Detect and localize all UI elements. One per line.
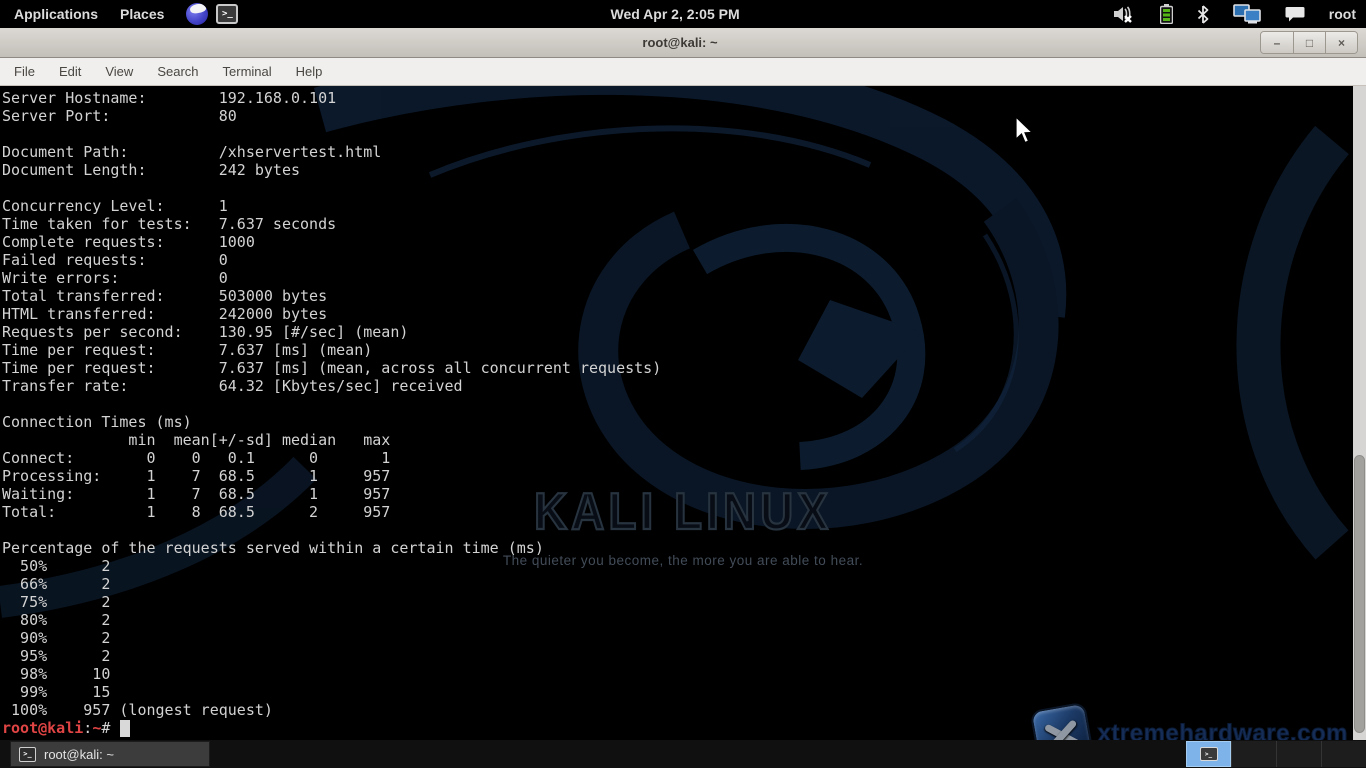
maximize-button[interactable]: □	[1293, 32, 1325, 53]
chat-icon[interactable]	[1285, 6, 1305, 23]
menu-file[interactable]: File	[2, 59, 47, 84]
terminal-launcher-icon[interactable]: >_	[216, 4, 238, 24]
scrollbar-thumb[interactable]	[1354, 455, 1365, 733]
bottom-panel: >_ root@kali: ~ >_	[0, 740, 1366, 768]
places-menu[interactable]: Places	[114, 6, 170, 22]
minimize-button[interactable]: –	[1261, 32, 1293, 53]
menu-help[interactable]: Help	[284, 59, 335, 84]
top-panel-left: Applications Places >_	[0, 3, 238, 25]
workspace-3[interactable]	[1276, 741, 1321, 767]
close-button[interactable]: ×	[1325, 32, 1357, 53]
bluetooth-icon[interactable]	[1197, 5, 1209, 24]
window-title: root@kali: ~	[100, 35, 1260, 50]
terminal-window-titlebar[interactable]: root@kali: ~ – □ ×	[0, 28, 1366, 58]
prompt-user-host: root@kali	[2, 719, 83, 737]
menu-search[interactable]: Search	[145, 59, 210, 84]
terminal-output: Server Hostname: 192.168.0.101 Server Po…	[2, 89, 661, 719]
menu-view[interactable]: View	[93, 59, 145, 84]
volume-muted-icon[interactable]	[1112, 5, 1136, 23]
terminal-body[interactable]: Server Hostname: 192.168.0.101 Server Po…	[0, 86, 1353, 740]
system-tray: root	[1112, 4, 1366, 24]
workspace-2[interactable]	[1231, 741, 1276, 767]
taskbar-window-button[interactable]: >_ root@kali: ~	[10, 741, 210, 767]
clock[interactable]: Wed Apr 2, 2:05 PM	[238, 6, 1111, 22]
taskbar-terminal-icon: >_	[19, 747, 36, 762]
terminal-menubar: File Edit View Search Terminal Help	[0, 58, 1366, 86]
network-icon[interactable]	[1233, 4, 1261, 24]
workspace-terminal-mini-icon: >_	[1200, 747, 1218, 761]
workspace-4[interactable]	[1321, 741, 1366, 767]
prompt-cwd: ~	[92, 719, 101, 737]
mouse-cursor	[1014, 116, 1034, 146]
workspace-switcher: >_	[1186, 741, 1366, 767]
top-panel: Applications Places >_ Wed Apr 2, 2:05 P…	[0, 0, 1366, 28]
applications-menu[interactable]: Applications	[8, 6, 104, 22]
terminal-cursor	[120, 720, 130, 737]
window-controls: – □ ×	[1260, 31, 1358, 54]
workspace-1[interactable]: >_	[1186, 741, 1231, 767]
taskbar-window-label: root@kali: ~	[44, 747, 114, 762]
battery-icon[interactable]	[1160, 4, 1173, 24]
menu-edit[interactable]: Edit	[47, 59, 93, 84]
terminal-scrollbar[interactable]	[1353, 86, 1366, 740]
shell-prompt: root@kali:~#	[2, 719, 130, 737]
menu-terminal[interactable]: Terminal	[211, 59, 284, 84]
user-menu[interactable]: root	[1329, 6, 1356, 22]
iceweasel-browser-icon[interactable]	[186, 3, 208, 25]
desktop: KALI LINUX The quieter you become, the m…	[0, 0, 1366, 768]
